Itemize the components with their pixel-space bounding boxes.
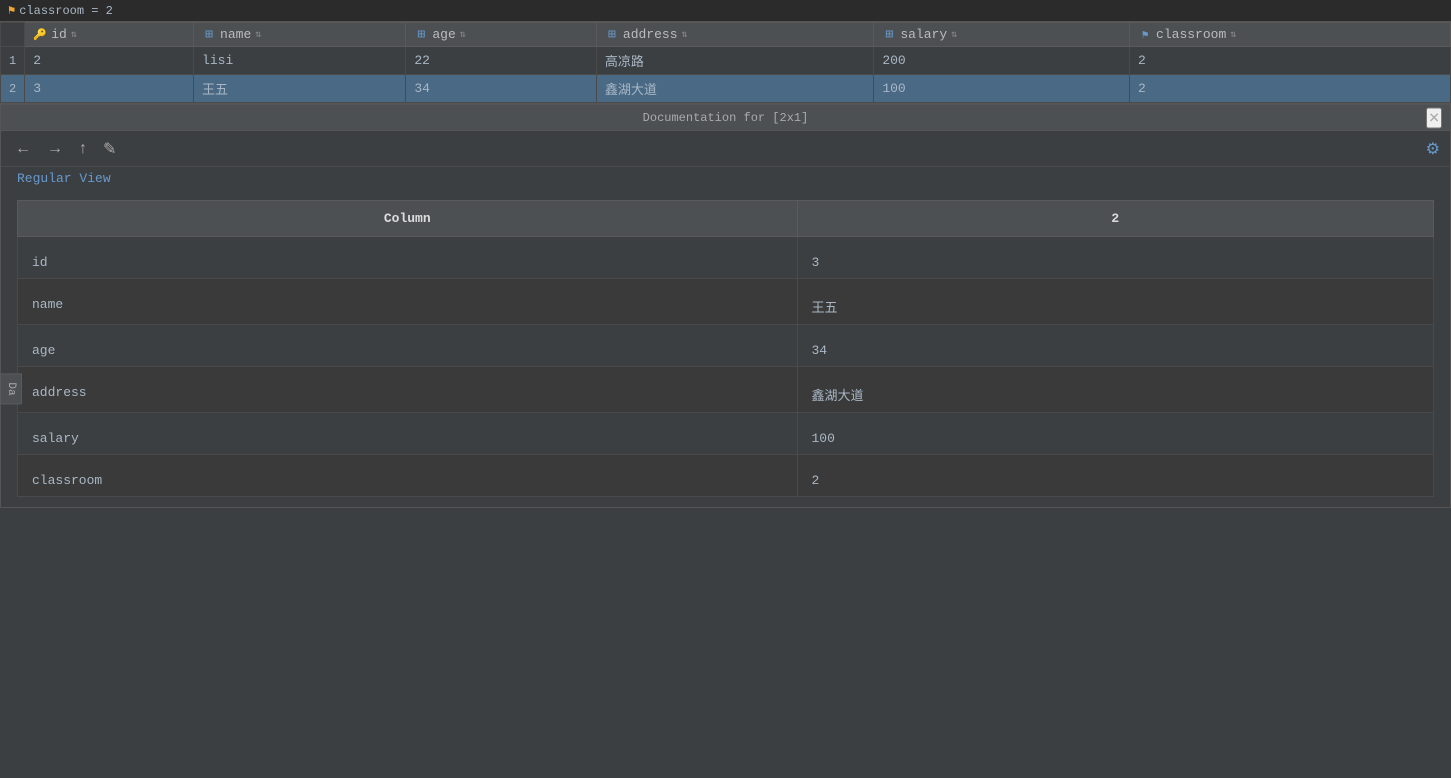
table-header-row: 🔑 id ⇅ ⊞ name ⇅ ⊞ age ⇅ <box>1 23 1451 47</box>
cell-age[interactable]: 22 <box>406 47 597 75</box>
doc-close-button[interactable]: ✕ <box>1426 107 1442 128</box>
col-label-address: address <box>623 27 678 42</box>
sort-icon-age: ⇅ <box>460 29 466 41</box>
inner-table-row: address鑫湖大道 <box>18 367 1434 413</box>
inner-col-value[interactable]: 34 <box>797 325 1434 367</box>
col-label-age: age <box>432 27 455 42</box>
cell-salary[interactable]: 100 <box>874 75 1130 103</box>
inner-col-header: Column <box>18 201 798 237</box>
sort-icon-name: ⇅ <box>255 29 261 41</box>
inner-table-row: age34 <box>18 325 1434 367</box>
table-row[interactable]: 23王五34鑫湖大道1002 <box>1 75 1451 103</box>
doc-title-text: Documentation for [2x1] <box>643 111 809 125</box>
inner-table-header-row: Column 2 <box>18 201 1434 237</box>
cell-classroom[interactable]: 2 <box>1130 75 1451 103</box>
cell-address[interactable]: 鑫湖大道 <box>596 75 873 103</box>
sort-icon-id: ⇅ <box>71 29 77 41</box>
inner-table-wrapper: Column 2 id3name王五age34address鑫湖大道salary… <box>1 190 1450 507</box>
inner-val-header: 2 <box>797 201 1434 237</box>
cell-name[interactable]: lisi <box>194 47 406 75</box>
col-header-classroom[interactable]: ⚑ classroom ⇅ <box>1130 23 1451 47</box>
inner-col-name: id <box>18 237 798 279</box>
nav-forward-button[interactable]: → <box>43 138 67 160</box>
doc-settings-button[interactable]: ⚙ <box>1426 139 1440 159</box>
inner-col-name: address <box>18 367 798 413</box>
inner-col-value[interactable]: 鑫湖大道 <box>797 367 1434 413</box>
col-label-id: id <box>51 27 67 42</box>
inner-col-name: salary <box>18 413 798 455</box>
sort-icon-classroom: ⇅ <box>1230 29 1236 41</box>
main-table-container: 🔑 id ⇅ ⊞ name ⇅ ⊞ age ⇅ <box>0 22 1451 104</box>
cell-name[interactable]: 王五 <box>194 75 406 103</box>
cell-address[interactable]: 高凉路 <box>596 47 873 75</box>
col-header-address[interactable]: ⊞ address ⇅ <box>596 23 873 47</box>
cell-id[interactable]: 3 <box>25 75 194 103</box>
filter-icon: ⚑ <box>8 3 15 18</box>
doc-panel: Documentation for [2x1] ✕ ← → ↑ ✎ ⚙ Regu… <box>0 104 1451 508</box>
col-header-age[interactable]: ⊞ age ⇅ <box>406 23 597 47</box>
cell-age[interactable]: 34 <box>406 75 597 103</box>
inner-table-row: salary100 <box>18 413 1434 455</box>
main-data-table: 🔑 id ⇅ ⊞ name ⇅ ⊞ age ⇅ <box>0 22 1451 103</box>
grid-icon-name: ⊞ <box>202 28 216 42</box>
sort-icon-salary: ⇅ <box>951 29 957 41</box>
col-header-salary[interactable]: ⊞ salary ⇅ <box>874 23 1130 47</box>
inner-col-name: classroom <box>18 455 798 497</box>
inner-table-row: id3 <box>18 237 1434 279</box>
row-num-header <box>1 23 25 47</box>
col-label-classroom: classroom <box>1156 27 1226 42</box>
table-row[interactable]: 12lisi22高凉路2002 <box>1 47 1451 75</box>
inner-col-value[interactable]: 2 <box>797 455 1434 497</box>
doc-toolbar: ← → ↑ ✎ ⚙ <box>1 131 1450 167</box>
filter-col-icon: ⚑ <box>1138 28 1152 42</box>
inner-table-row: classroom2 <box>18 455 1434 497</box>
col-header-id[interactable]: 🔑 id ⇅ <box>25 23 194 47</box>
row-number: 1 <box>1 47 25 75</box>
filter-bar: ⚑ classroom = 2 <box>0 0 1451 22</box>
inner-data-table: Column 2 id3name王五age34address鑫湖大道salary… <box>17 200 1434 497</box>
nav-back-button[interactable]: ← <box>11 138 35 160</box>
col-header-name[interactable]: ⊞ name ⇅ <box>194 23 406 47</box>
col-label-name: name <box>220 27 251 42</box>
grid-icon-age: ⊞ <box>414 28 428 42</box>
filter-text: classroom = 2 <box>19 4 113 18</box>
cell-classroom[interactable]: 2 <box>1130 47 1451 75</box>
grid-icon-address: ⊞ <box>605 28 619 42</box>
col-label-salary: salary <box>900 27 947 42</box>
cell-id[interactable]: 2 <box>25 47 194 75</box>
cell-salary[interactable]: 200 <box>874 47 1130 75</box>
row-number: 2 <box>1 75 25 103</box>
inner-col-value[interactable]: 3 <box>797 237 1434 279</box>
inner-col-name: age <box>18 325 798 367</box>
inner-col-value[interactable]: 100 <box>797 413 1434 455</box>
inner-col-value[interactable]: 王五 <box>797 279 1434 325</box>
nav-edit-button[interactable]: ✎ <box>99 137 120 161</box>
key-icon: 🔑 <box>33 28 47 42</box>
sort-icon-address: ⇅ <box>682 29 688 41</box>
left-sidebar-tab[interactable]: Da <box>0 373 22 404</box>
nav-up-button[interactable]: ↑ <box>75 138 91 160</box>
inner-table-row: name王五 <box>18 279 1434 325</box>
regular-view-link[interactable]: Regular View <box>1 167 1450 190</box>
grid-icon-salary: ⊞ <box>882 28 896 42</box>
inner-col-name: name <box>18 279 798 325</box>
doc-title-bar: Documentation for [2x1] ✕ <box>1 105 1450 131</box>
